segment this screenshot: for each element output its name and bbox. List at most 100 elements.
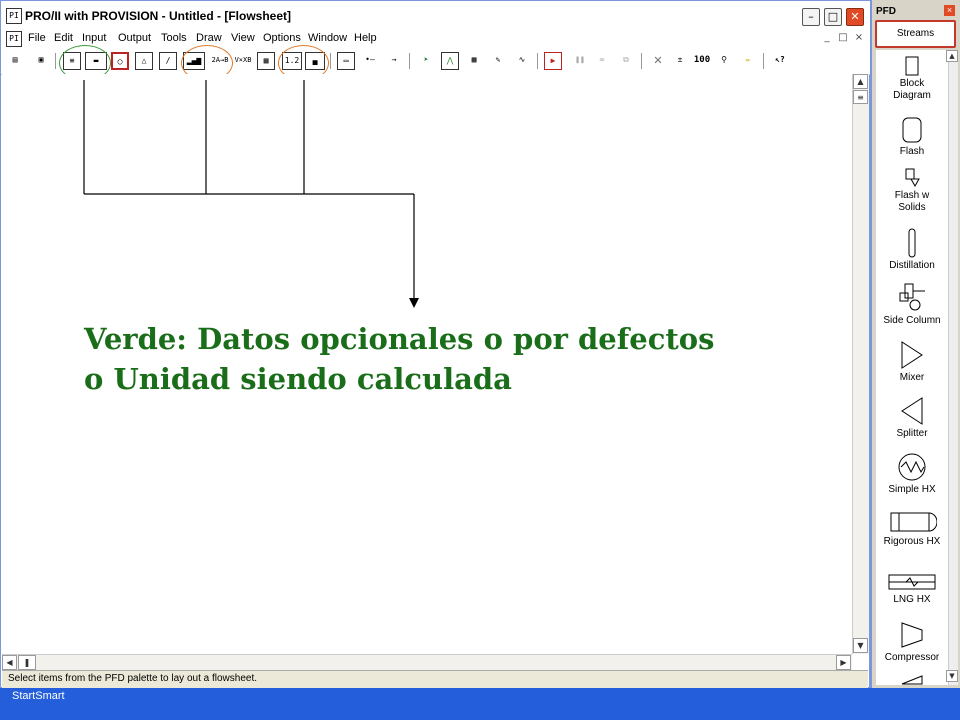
menu-help[interactable]: Help (354, 32, 377, 44)
eraser-icon[interactable]: ▩ (465, 52, 483, 70)
close-button[interactable]: ✕ (846, 8, 864, 26)
pfd-palette-title: PFD (876, 6, 896, 17)
block-diagram-icon (905, 56, 919, 76)
app-icon[interactable]: PI (6, 8, 22, 24)
zoom-100-icon[interactable]: 100 (691, 52, 713, 70)
pfd-close-button[interactable]: × (944, 5, 955, 16)
annotation-line-2: o Unidad siendo calculada (84, 362, 512, 396)
context-help-icon[interactable]: ↖? (771, 52, 789, 70)
pfd-item-compressor[interactable]: Compressor (876, 620, 948, 664)
pfd-item-rigorous-hx[interactable]: Rigorous HX (876, 510, 948, 548)
mixer-icon (901, 341, 923, 369)
toolbar-separator (641, 53, 642, 69)
new-flowsheet-icon[interactable]: ▤ (6, 52, 24, 70)
scroll-right-icon[interactable]: ▶ (836, 655, 851, 670)
magnifier-icon[interactable]: ⚲ (715, 52, 733, 70)
stream-data-icon[interactable]: ▭ (337, 52, 355, 70)
connect-icon[interactable]: •— (361, 52, 379, 70)
pfd-scroll-down-icon[interactable]: ▼ (946, 670, 958, 682)
pfd-item-lng-hx[interactable]: LNG HX (876, 572, 948, 606)
rigorous-hx-icon (890, 512, 937, 532)
recycle-convergence-icon[interactable]: ▦ (257, 52, 275, 70)
main-window: PI PRO/II with PROVISION - Untitled - [F… (0, 0, 871, 688)
toolbar-separator (330, 53, 331, 69)
distillation-icon (908, 228, 916, 258)
menu-edit[interactable]: Edit (54, 32, 73, 44)
horizontal-scrollbar[interactable]: ◀ ❚ ▶ (2, 654, 852, 671)
splitter-icon (901, 397, 923, 425)
status-text: Select items from the PFD palette to lay… (8, 673, 258, 684)
plot-icon[interactable]: ⋀ (441, 52, 459, 70)
pfd-item-side-column[interactable]: Side Column (876, 283, 948, 327)
pfd-item-partial (876, 674, 948, 685)
scroll-down-icon[interactable]: ▼ (853, 638, 868, 653)
pfd-item-mixer[interactable]: Mixer (876, 340, 948, 384)
compressor-icon (901, 622, 923, 648)
menu-options[interactable]: Options (263, 32, 301, 44)
pfd-item-splitter[interactable]: Splitter (876, 396, 948, 440)
menu-bar: PI File Edit Input Output Tools Draw Vie… (1, 29, 871, 49)
lng-hx-icon (888, 574, 936, 590)
component-properties-icon[interactable]: △ (135, 52, 153, 70)
window-title: PRO/II with PROVISION - Untitled - [Flow… (25, 9, 292, 23)
pfd-scroll-up-icon[interactable]: ▲ (946, 50, 958, 62)
annotation-line-1: Verde: Datos opcionales o por defectos (84, 322, 715, 356)
mdi-minimize-button[interactable]: _ (820, 32, 834, 44)
taskbar: StartSmart (0, 688, 960, 720)
pfd-item-simple-hx[interactable]: Simple HX (876, 452, 948, 496)
toolbar: ▤ ▣ ≡ ▬ ◯ △ ∕ ▂▄▆ 2A→B V×XB ▦ 1.2 ▄ ▭ •—… (1, 48, 871, 75)
print-icon[interactable]: ▣ (32, 52, 50, 70)
component-selection-icon[interactable]: ◯ (111, 52, 129, 70)
expander-icon (901, 675, 923, 685)
annotation-text: Verde: Datos opcionales o por defectos o… (84, 319, 714, 399)
run-icon[interactable]: ▶ (544, 52, 562, 70)
mdi-close-button[interactable]: × (852, 32, 866, 44)
zoom-stepper-icon[interactable]: ± (671, 52, 689, 70)
toolbar-separator (409, 53, 410, 69)
arrow-icon[interactable]: → (385, 52, 403, 70)
menu-file[interactable]: File (28, 32, 46, 44)
vertical-scrollbar[interactable]: ▲ ≡ ▼ (852, 74, 869, 654)
pfd-item-distillation[interactable]: Distillation (876, 228, 948, 272)
flash-icon (902, 117, 922, 143)
hscroll-thumb[interactable]: ❚ (18, 655, 36, 670)
pfd-item-flash[interactable]: Flash (876, 116, 948, 158)
pfd-item-block-diagram[interactable]: Block Diagram (876, 56, 948, 102)
mdi-restore-button[interactable]: □ (836, 32, 850, 44)
simple-hx-icon (898, 453, 926, 481)
copy-icon[interactable]: ⧉ (617, 52, 635, 70)
streams-button[interactable]: Streams (875, 20, 956, 48)
scroll-thumb[interactable]: ≡ (853, 90, 868, 104)
highlighter-icon[interactable]: ✏ (739, 52, 757, 70)
scroll-up-icon[interactable]: ▲ (853, 74, 868, 89)
delete-icon[interactable]: ✕ (649, 52, 667, 70)
status-bar: Select items from the PFD palette to lay… (2, 670, 868, 688)
thermodynamic-data-icon[interactable]: ∕ (159, 52, 177, 70)
taskbar-label[interactable]: StartSmart (12, 690, 65, 702)
pfd-item-flash-solids[interactable]: Flash w Solids (876, 168, 948, 214)
pfd-unit-list: Block Diagram Flash Flash w Solids Disti… (876, 50, 948, 685)
chart-icon[interactable]: ∿ (513, 52, 531, 70)
side-column-icon (899, 283, 925, 311)
menu-output[interactable]: Output (118, 32, 151, 44)
pfd-palette: PFD × Streams Block Diagram Flash Flash … (870, 0, 960, 688)
pfd-scrollbar[interactable]: ▲ ▼ (946, 50, 958, 685)
menu-draw[interactable]: Draw (196, 32, 222, 44)
step-icon[interactable]: ∞ (593, 52, 611, 70)
maximize-button[interactable]: □ (824, 8, 842, 26)
pause-icon[interactable]: ❚❚ (571, 52, 589, 70)
menu-view[interactable]: View (231, 32, 255, 44)
menu-tools[interactable]: Tools (161, 32, 187, 44)
toolbar-separator (537, 53, 538, 69)
menu-window[interactable]: Window (308, 32, 347, 44)
document-icon[interactable]: PI (6, 31, 22, 47)
scroll-left-icon[interactable]: ◀ (2, 655, 17, 670)
menu-input[interactable]: Input (82, 32, 106, 44)
procedure-data-icon[interactable]: V×XB (233, 52, 253, 70)
toolbar-separator (55, 53, 56, 69)
toolbar-separator (763, 53, 764, 69)
run-input-icon[interactable]: ➤ (417, 52, 435, 70)
pencil-icon[interactable]: ✎ (489, 52, 507, 70)
flash-solids-icon (905, 168, 920, 188)
minimize-button[interactable]: – (802, 8, 820, 26)
